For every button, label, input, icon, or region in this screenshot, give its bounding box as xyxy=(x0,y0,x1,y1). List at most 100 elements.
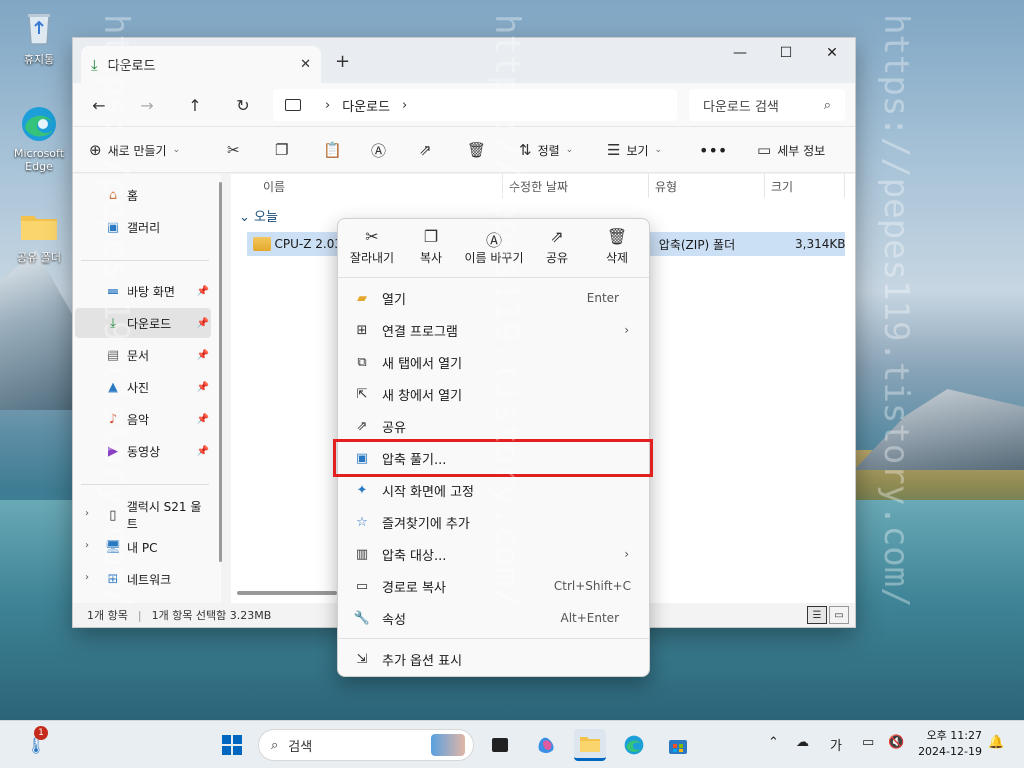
forward-button[interactable]: → xyxy=(135,93,159,117)
column-label: 이름 xyxy=(263,179,286,194)
column-label: 수정한 날짜 xyxy=(509,179,569,194)
group-header-today[interactable]: ⌄ 오늘 xyxy=(239,206,278,225)
taskbar-search-label: 검색 xyxy=(288,739,313,755)
group-label: 오늘 xyxy=(254,210,278,225)
menu-item-show-more-options[interactable]: ⇲ 추가 옵션 표시 xyxy=(342,643,645,675)
ime-icon[interactable]: 가 xyxy=(830,735,842,754)
details-view-button[interactable]: ☰ xyxy=(807,606,827,624)
context-delete-button[interactable]: 🗑 삭제 xyxy=(586,227,648,266)
sidebar-item-phone[interactable]: ▯ 갤럭시 S21 울트 xyxy=(75,500,211,531)
menu-divider xyxy=(338,638,649,639)
sidebar-item-gallery[interactable]: ▣ 갤러리 xyxy=(75,212,211,242)
new-button[interactable]: ⊕ 새로 만들기 ⌄ xyxy=(89,137,180,163)
view-button[interactable]: ☰ 보기 ⌄ xyxy=(607,137,662,163)
paste-button[interactable]: 📋 xyxy=(323,137,348,163)
column-header-modified[interactable]: 수정한 날짜 xyxy=(503,174,649,198)
open-with-icon: ⊞ xyxy=(356,322,368,338)
menu-item-open-new-window[interactable]: ⇱ 새 창에서 열기 xyxy=(342,378,645,410)
more-options-button[interactable]: ••• xyxy=(699,137,727,163)
desktop-icon-edge[interactable]: Microsoft Edge xyxy=(9,104,69,173)
menu-item-pin-to-start[interactable]: ✦ 시작 화면에 고정 xyxy=(342,474,645,506)
task-view-button[interactable] xyxy=(484,729,516,761)
share-button[interactable]: ⇗ xyxy=(419,137,438,163)
clock[interactable]: 오후 11:27 2024-12-19 xyxy=(916,728,982,760)
details-label: 세부 정보 xyxy=(777,143,826,158)
menu-item-properties[interactable]: 🔧 속성 Alt+Enter xyxy=(342,602,645,634)
search-input[interactable]: 다운로드 검색 ⌕ xyxy=(689,89,845,121)
start-button[interactable] xyxy=(216,729,248,761)
sidebar-item-videos[interactable]: ▶ 동영상 📌 xyxy=(75,436,211,466)
maximize-button[interactable]: ☐ xyxy=(763,38,809,68)
sidebar-item-documents[interactable]: ▤ 문서 📌 xyxy=(75,340,211,370)
rename-button[interactable]: Ⓐ xyxy=(371,137,392,163)
volume-mute-icon[interactable]: 🔇 xyxy=(888,735,904,750)
context-copy-button[interactable]: ❐ 복사 xyxy=(400,227,462,266)
notification-bell-icon[interactable]: 🔔 xyxy=(988,735,1004,750)
taskbar-store[interactable] xyxy=(662,729,694,761)
column-header-name[interactable]: 이름 xyxy=(257,174,503,198)
chevron-up-icon[interactable]: ⌃ xyxy=(768,735,779,750)
menu-item-share[interactable]: ⇗ 공유 xyxy=(342,410,645,442)
taskbar-edge[interactable] xyxy=(618,729,650,761)
menu-item-label: 새 탭에서 열기 xyxy=(382,356,463,372)
menu-item-copy-path[interactable]: ▭ 경로로 복사 Ctrl+Shift+C xyxy=(342,570,645,602)
column-header-size[interactable]: 크기 xyxy=(765,174,845,198)
scrollbar-thumb[interactable] xyxy=(237,591,337,595)
context-cut-button[interactable]: ✂ 잘라내기 xyxy=(341,227,403,266)
delete-button[interactable]: 🗑 xyxy=(467,137,492,163)
navigation-pane: ⌂ 홈 ▣ 갤러리 ▬ 바탕 화면 📌 ⤓ 다운로드 📌 ▤ 문서 📌 ▲ 사진… xyxy=(73,174,221,604)
folder-icon xyxy=(580,736,600,752)
column-header-type[interactable]: 유형 xyxy=(649,174,765,198)
zip-folder-icon xyxy=(253,237,271,251)
copilot-icon xyxy=(538,737,554,753)
nav-scrollbar[interactable] xyxy=(219,178,223,598)
desktop-icon-shared-folder[interactable]: 공유 폴더 xyxy=(9,206,69,265)
context-share-button[interactable]: ⇗ 공유 xyxy=(526,227,588,266)
sidebar-item-home[interactable]: ⌂ 홈 xyxy=(75,180,211,210)
refresh-button[interactable]: ↻ xyxy=(231,93,255,117)
menu-item-open-with[interactable]: ⊞ 연결 프로그램 › xyxy=(342,314,645,346)
menu-item-compress-to[interactable]: ▥ 압축 대상... › xyxy=(342,538,645,570)
folder-open-icon: ▰ xyxy=(357,290,367,306)
details-pane-button[interactable]: ▭ 세부 정보 xyxy=(757,137,825,163)
chevron-down-icon: ⌄ xyxy=(565,145,574,155)
search-highlight-icon xyxy=(431,734,465,756)
taskbar-file-explorer[interactable] xyxy=(574,729,606,761)
desktop-icon-recycle-bin[interactable]: 휴지통 xyxy=(9,8,69,67)
search-icon: ⌕ xyxy=(823,97,831,113)
cloud-off-icon[interactable]: ☁ xyxy=(796,735,809,750)
close-tab-icon[interactable]: ✕ xyxy=(300,57,311,72)
sidebar-item-this-pc[interactable]: 🖥 내 PC xyxy=(75,532,211,562)
copilot-button[interactable] xyxy=(530,729,562,761)
sidebar-item-music[interactable]: ♪ 음악 📌 xyxy=(75,404,211,434)
quick-action-label: 공유 xyxy=(545,251,569,265)
minimize-button[interactable]: — xyxy=(717,38,763,68)
cut-button[interactable]: ✂ xyxy=(227,137,246,163)
quick-action-label: 이름 바꾸기 xyxy=(464,251,524,265)
sidebar-item-pictures[interactable]: ▲ 사진 📌 xyxy=(75,372,211,402)
menu-item-open-new-tab[interactable]: ⧉ 새 탭에서 열기 xyxy=(342,346,645,378)
back-button[interactable]: ← xyxy=(87,93,111,117)
sidebar-item-network[interactable]: ⊞ 네트워크 xyxy=(75,564,211,594)
sort-button[interactable]: ⇅ 정렬 ⌄ xyxy=(519,137,573,163)
breadcrumb-current[interactable]: 다운로드 xyxy=(342,96,390,115)
up-button[interactable]: ↑ xyxy=(183,93,207,117)
tiles-view-button[interactable]: ▭ xyxy=(829,606,849,624)
copy-button[interactable]: ❐ xyxy=(275,137,294,163)
title-bar: ⤓ 다운로드 ✕ + — ☐ ✕ xyxy=(73,38,855,83)
new-tab-button[interactable]: + xyxy=(335,51,350,72)
network-icon[interactable]: ▭ xyxy=(862,735,874,750)
chevron-right-icon: › xyxy=(624,323,629,337)
context-rename-button[interactable]: Ⓐ 이름 바꾸기 xyxy=(463,227,525,266)
menu-item-add-favorites[interactable]: ☆ 즐겨찾기에 추가 xyxy=(342,506,645,538)
background-mountain-right xyxy=(854,389,1024,470)
address-bar[interactable]: › 다운로드 › xyxy=(273,89,677,121)
sidebar-item-downloads[interactable]: ⤓ 다운로드 📌 xyxy=(75,308,211,338)
scrollbar-thumb[interactable] xyxy=(219,182,222,562)
tab-downloads[interactable]: ⤓ 다운로드 ✕ xyxy=(81,46,321,83)
close-window-button[interactable]: ✕ xyxy=(809,38,855,68)
sidebar-item-desktop[interactable]: ▬ 바탕 화면 📌 xyxy=(75,276,211,306)
menu-item-open[interactable]: ▰ 열기 Enter xyxy=(342,282,645,314)
taskbar-search[interactable]: ⌕ 검색 xyxy=(258,729,474,761)
column-label: 유형 xyxy=(655,179,678,194)
